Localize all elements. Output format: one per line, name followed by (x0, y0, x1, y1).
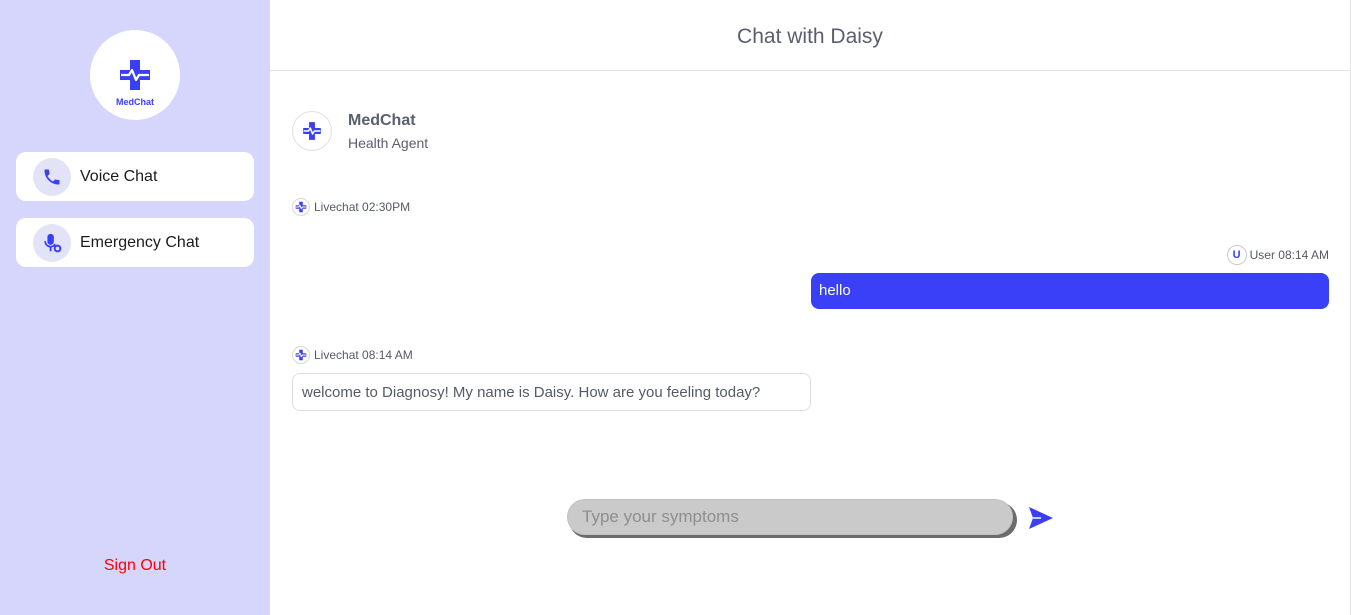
message-sender: Livechat (314, 348, 359, 362)
emergency-chat-button[interactable]: Emergency Chat (16, 218, 254, 267)
sign-out-link[interactable]: Sign Out (0, 557, 270, 575)
agent-name: MedChat (348, 112, 416, 129)
message-sender: User (1249, 248, 1275, 262)
emergency-chat-label: Emergency Chat (80, 233, 200, 251)
logo-text: MedChat (116, 97, 154, 107)
user-message-bubble: hello (811, 273, 1329, 309)
message-meta: Livechat 08:14 AM (292, 346, 413, 364)
phone-icon (33, 157, 71, 196)
agent-avatar (292, 111, 332, 151)
message-sender: Livechat (314, 200, 359, 214)
sidebar: MedChat Voice Chat Emergency Chat Sign O… (0, 0, 270, 615)
symptom-input[interactable] (567, 499, 1013, 535)
message-time: 02:30PM (362, 200, 411, 214)
message-meta: U User 08:14 AM (1226, 245, 1329, 265)
voice-chat-label: Voice Chat (80, 167, 158, 185)
microphone-icon (33, 223, 71, 262)
chat-header: Chat with Daisy (270, 0, 1350, 71)
medchat-logo: MedChat (90, 30, 180, 120)
send-icon (1029, 507, 1053, 529)
send-button[interactable] (1027, 504, 1055, 532)
medical-cross-icon (303, 122, 321, 140)
message-composer (567, 499, 1017, 538)
message-meta: Livechat 02:30PM (292, 198, 410, 216)
agent-role: Health Agent (348, 135, 429, 151)
voice-chat-button[interactable]: Voice Chat (16, 152, 254, 201)
chat-panel: Chat with Daisy MedChat Health Agent Liv… (270, 0, 1351, 615)
medical-cross-icon (120, 60, 150, 90)
bot-message-bubble: welcome to Diagnosy! My name is Daisy. H… (292, 373, 811, 411)
medical-cross-icon (292, 346, 310, 364)
page-title: Chat with Daisy (737, 25, 883, 48)
user-avatar: U (1226, 245, 1247, 265)
medical-cross-icon (292, 198, 310, 216)
message-time: 08:14 AM (1278, 248, 1329, 262)
message-time: 08:14 AM (362, 348, 413, 362)
